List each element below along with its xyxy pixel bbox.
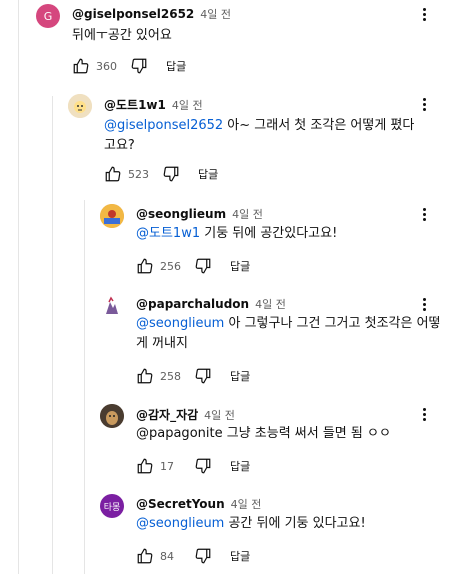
more-vertical-icon[interactable] bbox=[414, 4, 434, 24]
comment-author[interactable]: @감자_자감 bbox=[136, 406, 198, 423]
thumbs-up-icon[interactable] bbox=[104, 165, 122, 183]
mention-link[interactable]: @도트1w1 bbox=[136, 226, 200, 241]
mention-link[interactable]: @seonglieum bbox=[136, 316, 224, 331]
comment-time[interactable]: 4일 전 bbox=[255, 296, 286, 312]
thumbs-down-icon[interactable] bbox=[194, 457, 212, 475]
reply-button[interactable]: 답글 bbox=[230, 458, 250, 474]
thumbs-down-icon[interactable] bbox=[194, 367, 212, 385]
comment-text: @papagonite 그냥 초능력 써서 들면 됨 ㅇㅇ bbox=[136, 426, 391, 441]
reply-button[interactable]: 답글 bbox=[166, 58, 186, 74]
comment-author[interactable]: @도트1w1 bbox=[104, 96, 166, 113]
comment-author[interactable]: @paparchaludon bbox=[136, 297, 249, 311]
like-count: 360 bbox=[96, 59, 117, 73]
comment-text: 뒤에ㅜ공간 있어요 bbox=[72, 28, 172, 43]
avatar[interactable]: 타몽 bbox=[100, 494, 124, 518]
comment-1: G @giselponsel2652 4일 전 뒤에ㅜ공간 있어요 360 답글 bbox=[36, 4, 456, 84]
reply-button[interactable]: 답글 bbox=[230, 258, 250, 274]
reply-button[interactable]: 답글 bbox=[230, 368, 250, 384]
more-vertical-icon[interactable] bbox=[414, 94, 434, 114]
thumbs-down-icon[interactable] bbox=[194, 257, 212, 275]
reply-button[interactable]: 답글 bbox=[198, 166, 218, 182]
thread-line-outer bbox=[18, 0, 19, 574]
comment-6: 타몽 @SecretYoun 4일 전 @seonglieum 공간 뒤에 기둥… bbox=[100, 494, 456, 574]
thumbs-up-icon[interactable] bbox=[136, 457, 154, 475]
comment-time[interactable]: 4일 전 bbox=[200, 6, 231, 22]
comment-2: @도트1w1 4일 전 @giselponsel2652 아~ 그래서 첫 조각… bbox=[68, 94, 456, 194]
more-vertical-icon[interactable] bbox=[414, 204, 434, 224]
mention-link[interactable]: @giselponsel2652 bbox=[104, 118, 223, 133]
like-count: 84 bbox=[160, 549, 174, 563]
like-count: 258 bbox=[160, 369, 181, 383]
comment-3: @seonglieum 4일 전 @도트1w1 기둥 뒤에 공간있다고요! 25… bbox=[100, 204, 456, 280]
thumbs-down-icon[interactable] bbox=[162, 165, 180, 183]
like-count: 17 bbox=[160, 459, 174, 473]
thumbs-up-icon[interactable] bbox=[136, 257, 154, 275]
comment-text: @seonglieum 공간 뒤에 기둥 있다고요! bbox=[136, 516, 366, 531]
avatar[interactable]: G bbox=[36, 4, 60, 28]
comment-author[interactable]: @seonglieum bbox=[136, 207, 226, 221]
comment-time[interactable]: 4일 전 bbox=[231, 496, 262, 512]
thumbs-up-icon[interactable] bbox=[136, 367, 154, 385]
avatar[interactable] bbox=[100, 204, 124, 228]
avatar[interactable] bbox=[100, 294, 124, 318]
comment-4: @paparchaludon 4일 전 @seonglieum 아 그렇구나 그… bbox=[100, 294, 456, 390]
mention-link[interactable]: @seonglieum bbox=[136, 516, 224, 531]
comment-time[interactable]: 4일 전 bbox=[232, 206, 263, 222]
thread-line-nested bbox=[84, 200, 85, 574]
comment-time[interactable]: 4일 전 bbox=[172, 97, 203, 113]
thumbs-down-icon[interactable] bbox=[130, 57, 148, 75]
more-vertical-icon[interactable] bbox=[414, 294, 434, 314]
comment-author[interactable]: @giselponsel2652 bbox=[72, 7, 194, 21]
like-count: 256 bbox=[160, 259, 181, 273]
thread-line-inner bbox=[52, 96, 53, 574]
comment-text: @seonglieum 아 그렇구나 그건 그거고 첫조각은 어떻게 꺼내지 bbox=[136, 316, 441, 351]
avatar[interactable] bbox=[100, 404, 124, 428]
avatar[interactable] bbox=[68, 94, 92, 118]
thumbs-down-icon[interactable] bbox=[194, 547, 212, 565]
thumbs-up-icon[interactable] bbox=[72, 57, 90, 75]
more-vertical-icon[interactable] bbox=[414, 404, 434, 424]
comment-author[interactable]: @SecretYoun bbox=[136, 497, 225, 511]
thumbs-up-icon[interactable] bbox=[136, 547, 154, 565]
comment-text: @도트1w1 기둥 뒤에 공간있다고요! bbox=[136, 226, 338, 241]
comment-5: @감자_자감 4일 전 @papagonite 그냥 초능력 써서 들면 됨 ㅇ… bbox=[100, 404, 456, 480]
reply-button[interactable]: 답글 bbox=[230, 548, 250, 564]
like-count: 523 bbox=[128, 167, 149, 181]
comment-text: @giselponsel2652 아~ 그래서 첫 조각은 어떻게 폈다고요? bbox=[104, 118, 415, 153]
comment-time[interactable]: 4일 전 bbox=[204, 407, 235, 423]
